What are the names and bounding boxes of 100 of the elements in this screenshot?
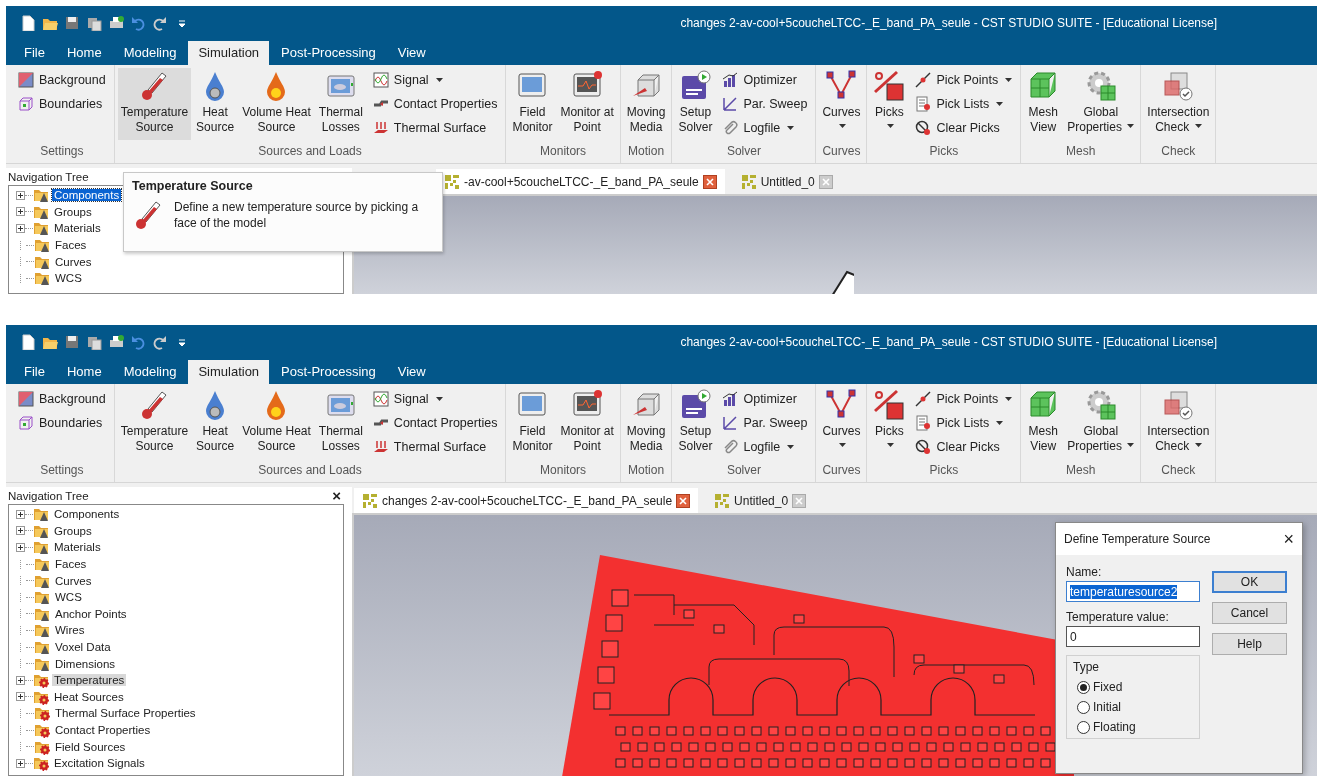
tree-item[interactable]: WCS [53,272,84,285]
menu-tab[interactable]: File [14,360,55,384]
tree-item[interactable]: Temperatures [52,674,127,687]
expand-icon[interactable] [16,675,25,685]
radio-label[interactable]: Initial [1093,700,1121,714]
ribbon-button[interactable]: Intersection Check [1144,387,1213,459]
ribbon-button[interactable]: Temperature Source [117,387,192,459]
ribbon-button[interactable]: Logfile [719,436,811,458]
close-button[interactable]: × [332,488,341,503]
tree-item[interactable]: Materials [52,541,103,554]
tree-item[interactable]: Excitation Signals [52,757,147,770]
ribbon-button[interactable]: Thermal Surface [369,117,501,139]
ribbon-button[interactable]: Pick Points [912,69,1016,91]
menu-tab[interactable]: Simulation [188,360,270,384]
radio-button[interactable] [1077,720,1090,734]
menu-tab[interactable]: File [14,41,55,65]
tree-item[interactable]: Heat Sources [52,690,126,703]
menu-tab[interactable]: Home [56,41,112,65]
menu-tab[interactable]: View [387,41,436,65]
ribbon-button[interactable]: Field Monitor [509,68,556,140]
ribbon-button[interactable]: Global Properties [1064,387,1138,459]
expand-icon[interactable] [16,207,25,217]
tree-item[interactable]: Anchor Points [53,607,129,620]
tree-item[interactable]: Groups [52,524,94,537]
ribbon-button[interactable]: Thermal Losses [315,68,366,140]
ribbon-button[interactable]: Setup Solver [675,68,716,140]
ribbon-button[interactable]: Par. Sweep [719,93,811,115]
ribbon-button[interactable]: Picks [870,387,909,459]
ribbon-button[interactable]: Background [15,388,109,410]
tree-item[interactable]: Faces [53,558,89,571]
tree-item[interactable]: WCS [53,591,84,604]
tree-item[interactable]: Curves [53,574,94,587]
expand-icon[interactable] [16,190,25,200]
document-tab[interactable]: Untitled_0 [706,488,815,513]
tree-item[interactable]: Field Sources [53,740,128,753]
document-tab[interactable]: Untitled_0 [732,169,841,194]
menu-tab[interactable]: Post-Processing [271,360,386,384]
ribbon-button[interactable]: Pick Points [912,388,1016,410]
printer-icon[interactable] [108,333,124,350]
tree-item[interactable]: Faces [53,239,89,252]
tree-item[interactable]: Voxel Data [53,641,113,654]
input-field[interactable]: temperaturesource2 [1066,581,1200,602]
expand-icon[interactable] [16,509,25,519]
close-icon[interactable] [702,174,717,189]
expand-icon[interactable] [16,543,25,552]
save-icon[interactable] [64,333,80,350]
document-tab[interactable]: changes 2-av-cool+5coucheLTCC-_E_band_PA_seule [354,488,699,513]
tree-item[interactable]: Wires [53,624,87,637]
ribbon-button[interactable]: Boundaries [15,412,109,434]
ribbon-button[interactable]: Clear Picks [912,117,1016,139]
ribbon-button[interactable]: Clear Picks [912,436,1016,458]
ribbon-button[interactable]: Picks [870,68,909,140]
save-icon[interactable] [64,14,80,31]
dialog-button[interactable]: Cancel [1212,602,1287,624]
ribbon-button[interactable]: Signal [369,69,501,91]
tree-item[interactable]: Components [52,508,122,521]
ribbon-button[interactable]: Volume Heat Source [239,68,314,140]
menu-tab[interactable]: Post-Processing [271,41,386,65]
tree-item[interactable]: Thermal Surface Properties [53,707,198,720]
radio-button[interactable] [1077,700,1090,714]
tree-item[interactable]: Materials [52,222,103,235]
ribbon-button[interactable]: Signal [369,388,501,410]
tree-item[interactable]: Dimensions [53,657,118,670]
ribbon-button[interactable]: Optimizer [719,388,811,410]
expand-icon[interactable] [16,224,25,233]
ribbon-button[interactable]: Contact Properties [369,412,501,434]
tree-item[interactable]: Contact Properties [53,724,153,736]
close-button[interactable]: × [1283,528,1294,550]
ribbon-button[interactable]: Logfile [719,117,811,139]
ribbon-button[interactable]: Moving Media [623,68,669,140]
ribbon-button[interactable]: Field Monitor [509,387,556,459]
tree-item[interactable]: Components [52,189,122,202]
ribbon-button[interactable]: Pick Lists [912,93,1016,115]
menu-tab[interactable]: View [387,360,436,384]
ribbon-button[interactable]: Contact Properties [369,93,501,115]
ribbon-button[interactable]: Intersection Check [1144,68,1213,140]
ribbon-button[interactable]: Global Properties [1064,68,1138,140]
dialog-button[interactable]: Help [1212,633,1287,655]
ribbon-button[interactable]: Mesh View [1024,68,1063,140]
menu-tab[interactable]: Modeling [113,41,187,65]
menu-tab[interactable]: Home [56,360,112,384]
menu-tab[interactable]: Simulation [188,41,270,65]
ribbon-button[interactable]: Setup Solver [675,387,716,459]
ribbon-button[interactable]: Curves [819,68,864,140]
document-icon[interactable] [20,14,36,31]
ribbon-button[interactable]: Curves [819,387,864,459]
radio-button[interactable] [1077,680,1090,694]
ribbon-button[interactable]: Par. Sweep [719,412,811,434]
ribbon-button[interactable]: Background [15,69,109,91]
ribbon-button[interactable]: Pick Lists [912,412,1016,434]
input-field[interactable]: 0 [1066,626,1200,647]
radio-label[interactable]: Fixed [1093,680,1123,694]
radio-label[interactable]: Floating [1093,720,1136,734]
tree-item[interactable]: Curves [53,255,94,268]
document-icon[interactable] [20,333,36,350]
expand-icon[interactable] [16,758,25,768]
ribbon-button[interactable]: Heat Source [193,387,238,459]
ribbon-button[interactable]: Moving Media [623,387,669,459]
ribbon-button[interactable]: Optimizer [719,69,811,91]
ribbon-button[interactable]: Monitor at Point [557,68,617,140]
